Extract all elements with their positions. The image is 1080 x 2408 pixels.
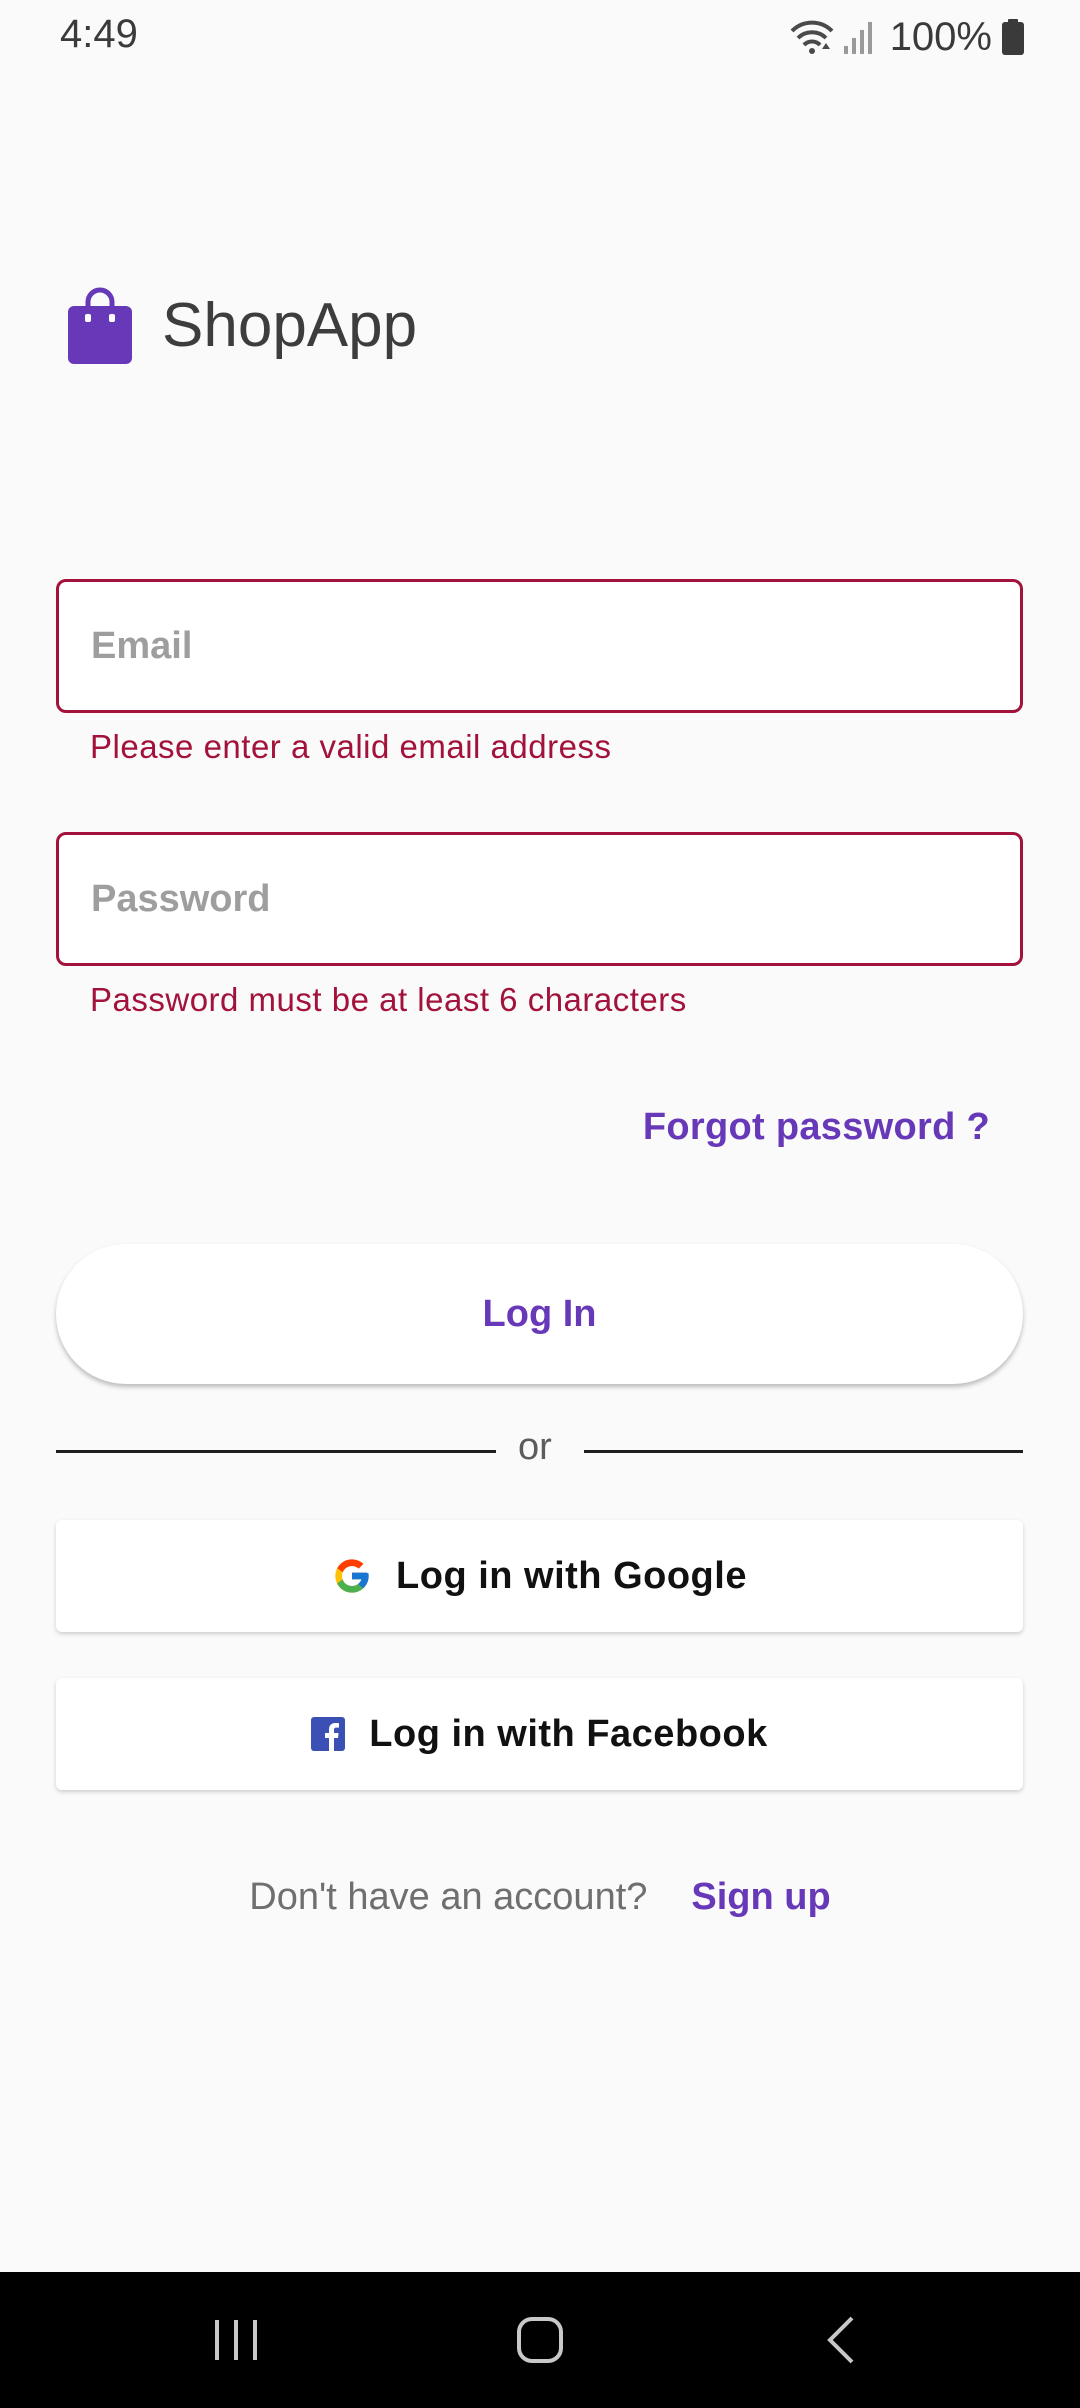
facebook-icon bbox=[311, 1717, 346, 1751]
app-header: ShopApp bbox=[68, 286, 417, 364]
email-field[interactable] bbox=[59, 582, 1020, 710]
forgot-password-link[interactable]: Forgot password ? bbox=[643, 1106, 990, 1149]
wifi-icon bbox=[790, 19, 834, 55]
app-title: ShopApp bbox=[162, 290, 418, 360]
home-icon[interactable] bbox=[500, 2272, 580, 2408]
facebook-login-button[interactable]: Log in with Facebook bbox=[56, 1678, 1023, 1790]
password-field[interactable] bbox=[59, 835, 1020, 963]
divider-line-left bbox=[56, 1450, 496, 1453]
battery-percent: 100% bbox=[889, 14, 992, 59]
signup-prompt: Don't have an account? bbox=[249, 1876, 648, 1918]
back-icon[interactable] bbox=[800, 2272, 880, 2408]
login-button[interactable]: Log In bbox=[56, 1244, 1023, 1384]
email-error: Please enter a valid email address bbox=[90, 728, 612, 765]
facebook-login-label: Log in with Facebook bbox=[369, 1712, 768, 1755]
email-field-container bbox=[56, 579, 1023, 713]
signup-link[interactable]: Sign up bbox=[691, 1876, 830, 1919]
shopping-bag-icon bbox=[68, 286, 132, 364]
status-icons: 100% bbox=[790, 12, 1024, 62]
recents-icon[interactable] bbox=[196, 2272, 276, 2408]
status-bar: 4:49 100% bbox=[0, 0, 1080, 76]
battery-icon bbox=[1002, 19, 1024, 55]
divider-line-right bbox=[584, 1450, 1023, 1453]
navigation-bar bbox=[0, 2272, 1080, 2408]
google-login-button[interactable]: Log in with Google bbox=[56, 1520, 1023, 1632]
divider-label: or bbox=[518, 1426, 552, 1468]
google-login-label: Log in with Google bbox=[396, 1554, 747, 1597]
signal-icon bbox=[843, 20, 874, 54]
status-time: 4:49 bbox=[60, 12, 138, 56]
password-field-container bbox=[56, 832, 1023, 966]
login-screen: 4:49 100% ShopApp Email Please enter a v… bbox=[0, 0, 1080, 2408]
signup-row: Don't have an account? Sign up bbox=[0, 1876, 1080, 1919]
google-icon bbox=[332, 1556, 372, 1596]
password-error: Password must be at least 6 characters bbox=[90, 981, 687, 1018]
